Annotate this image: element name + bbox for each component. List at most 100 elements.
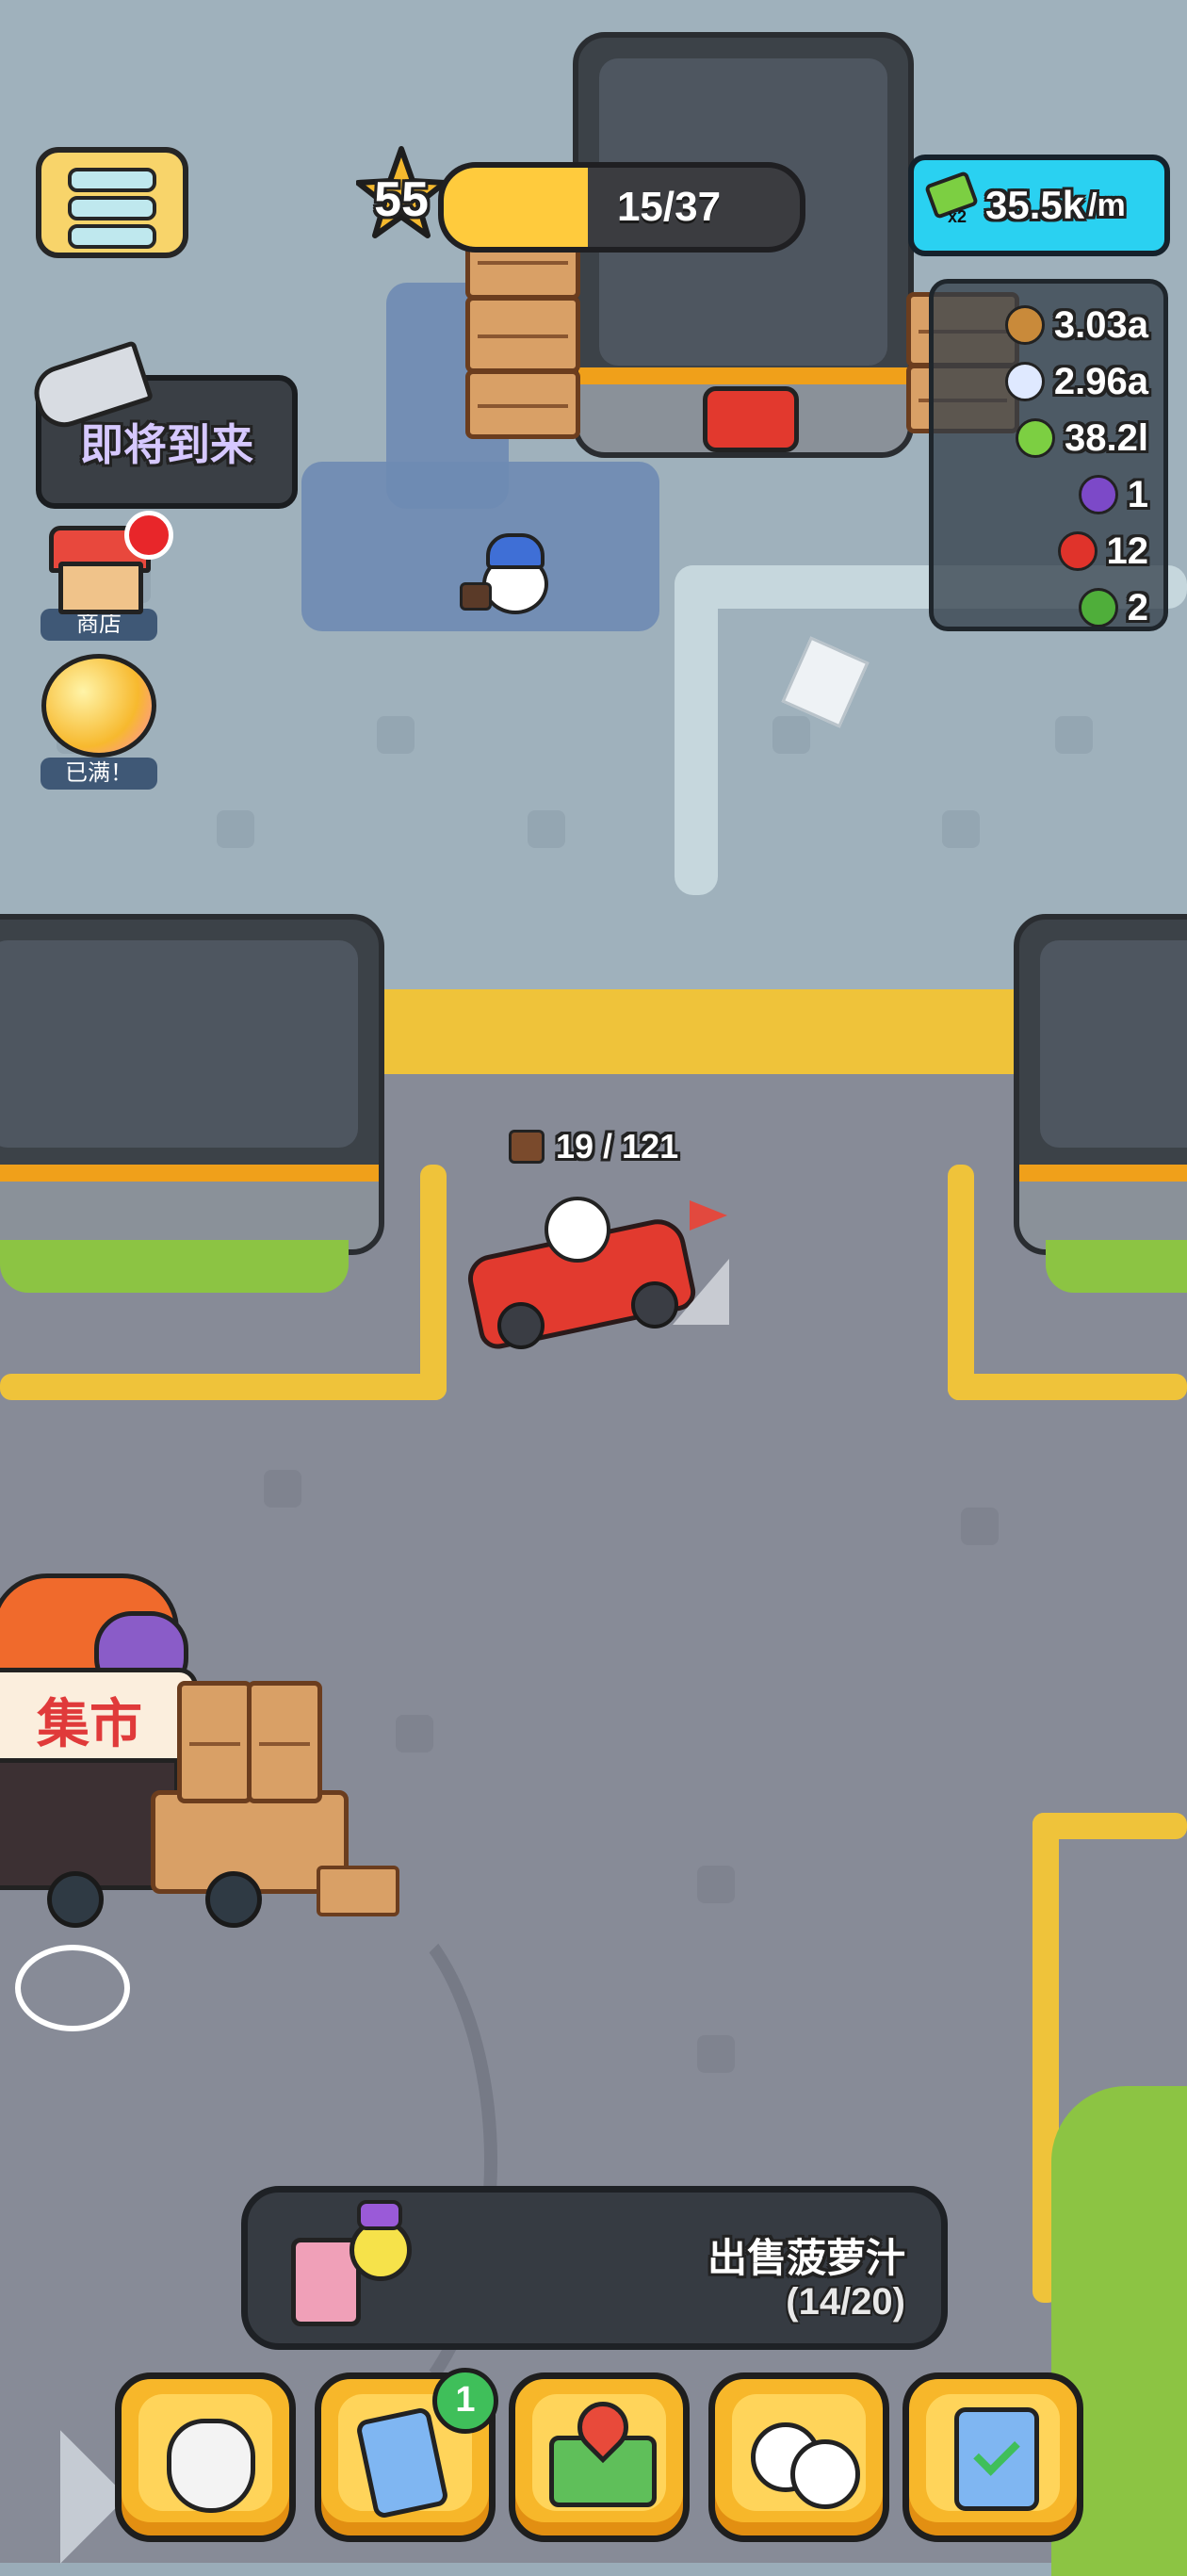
diamond-icon <box>1004 362 1045 401</box>
menu-button[interactable] <box>36 147 188 258</box>
character-button[interactable] <box>115 2372 296 2542</box>
resource-value: 3.03a <box>1053 303 1148 346</box>
income-rate-button[interactable]: x2 35.5k /m <box>908 155 1170 256</box>
apple-icon <box>1057 531 1098 571</box>
pickup-hatch <box>703 386 799 452</box>
resource-row: 38.2l <box>1016 412 1148 465</box>
direction-arrow <box>673 1259 729 1325</box>
road-line <box>0 1374 447 1400</box>
sidewalk-tile <box>377 716 415 754</box>
building-roof <box>1040 940 1187 1148</box>
mission-panel[interactable]: 出售菠萝汁 (14/20) <box>241 2186 948 2350</box>
car-driver <box>545 1197 610 1263</box>
market-stall[interactable]: 集市 <box>0 1573 399 1941</box>
building-roof <box>0 940 358 1148</box>
cart-wheel <box>205 1871 262 1928</box>
interaction-ring[interactable] <box>15 1945 130 2031</box>
crate <box>247 1681 322 1803</box>
sidewalk-tile <box>217 810 254 848</box>
left-building <box>0 914 384 1255</box>
coming-soon-label: 即将到来 <box>80 420 253 469</box>
road-marker <box>697 1866 735 1903</box>
road-line <box>948 1165 974 1400</box>
cards-badge: 1 <box>432 2368 498 2434</box>
map-button[interactable] <box>509 2372 690 2542</box>
shop-icon <box>49 511 173 614</box>
shop-button[interactable]: 商店 <box>40 511 173 641</box>
piggy-bank-button[interactable]: 已满！ <box>40 654 158 790</box>
sidewalk-tile <box>772 716 810 754</box>
watermelon-icon <box>1078 588 1118 627</box>
road-line <box>1033 1813 1187 1839</box>
mission-title: 出售菠萝汁 <box>707 2236 905 2280</box>
wooden-signpost <box>317 1866 399 1916</box>
sidewalk-tile <box>528 810 565 848</box>
level-badge: 55 <box>355 143 447 256</box>
tasks-button[interactable] <box>902 2372 1083 2542</box>
cards-button[interactable]: 1 <box>315 2368 498 2542</box>
worker-cap <box>486 533 545 569</box>
resource-row: 2 <box>1078 581 1148 628</box>
player-car[interactable] <box>463 1183 735 1353</box>
resource-value: 2.96a <box>1053 360 1148 402</box>
sidewalk-tile <box>1055 716 1093 754</box>
resource-panel[interactable]: 3.03a 2.96a 38.2l 1 12 2 <box>929 279 1168 631</box>
resource-row: 12 <box>1057 525 1149 578</box>
car-wheel <box>497 1302 545 1349</box>
crate <box>465 296 580 373</box>
xp-bar: 15/37 <box>438 162 805 253</box>
check-mark <box>973 2429 1020 2476</box>
building-stripe <box>0 1165 379 1182</box>
cargo-count: 19 / 121 <box>556 1127 679 1166</box>
worker-head-icon <box>790 2439 860 2509</box>
shop-front <box>58 562 143 614</box>
grass-patch <box>0 1240 349 1293</box>
potion-cap <box>357 2200 402 2230</box>
sidewalk-tile <box>942 810 980 848</box>
cart-wheel <box>47 1871 104 1928</box>
road-marker <box>961 1508 999 1545</box>
worker-bag <box>460 582 492 611</box>
market-sign-text: 集市 <box>37 1693 142 1753</box>
curb-line <box>675 565 718 895</box>
tire-track <box>188 1884 497 2438</box>
cargo-capacity: 19 / 121 <box>509 1127 678 1166</box>
resource-value: 1 <box>1127 473 1148 515</box>
cookie-icon <box>1004 305 1045 345</box>
grass-patch <box>1046 1240 1187 1293</box>
income-rate-value: 35.5k <box>985 183 1085 227</box>
market-sign: 集市 <box>0 1668 198 1771</box>
piggy-bank-icon <box>41 654 156 758</box>
right-building <box>1014 914 1187 1255</box>
resource-row: 1 <box>1078 468 1148 521</box>
building-stripe <box>1019 1165 1187 1182</box>
worker-character <box>460 533 550 614</box>
income-rate-unit: /m <box>1088 187 1126 223</box>
resource-value: 2 <box>1127 586 1148 628</box>
multiplier-badge: x2 <box>948 207 967 226</box>
road-marker <box>396 1715 433 1753</box>
xp-text: 15/37 <box>616 184 722 230</box>
coming-soon-button[interactable]: 即将到来 <box>26 340 298 509</box>
building-stripe <box>578 367 908 384</box>
road-marker <box>264 1470 301 1508</box>
road-line <box>948 1374 1187 1400</box>
level-number: 55 <box>374 172 429 227</box>
crate <box>177 1681 252 1803</box>
crate <box>465 369 580 439</box>
resource-row: 3.03a <box>1004 299 1148 351</box>
resource-value: 12 <box>1106 530 1149 572</box>
bag-icon <box>509 1130 545 1164</box>
clipboard-check-icon <box>954 2407 1039 2511</box>
cash-icon <box>1016 418 1056 458</box>
notification-dot <box>124 511 173 560</box>
resource-row: 2.96a <box>1004 355 1148 408</box>
staff-button[interactable] <box>708 2372 889 2542</box>
direction-flag-icon <box>690 1200 727 1231</box>
road-line <box>420 1165 447 1400</box>
mission-progress: (14/20) <box>786 2281 905 2323</box>
car-wheel <box>631 1281 678 1329</box>
piggy-bank-label: 已满！ <box>41 758 157 790</box>
hockey-mask-icon <box>167 2419 255 2513</box>
grape-icon <box>1078 475 1118 514</box>
